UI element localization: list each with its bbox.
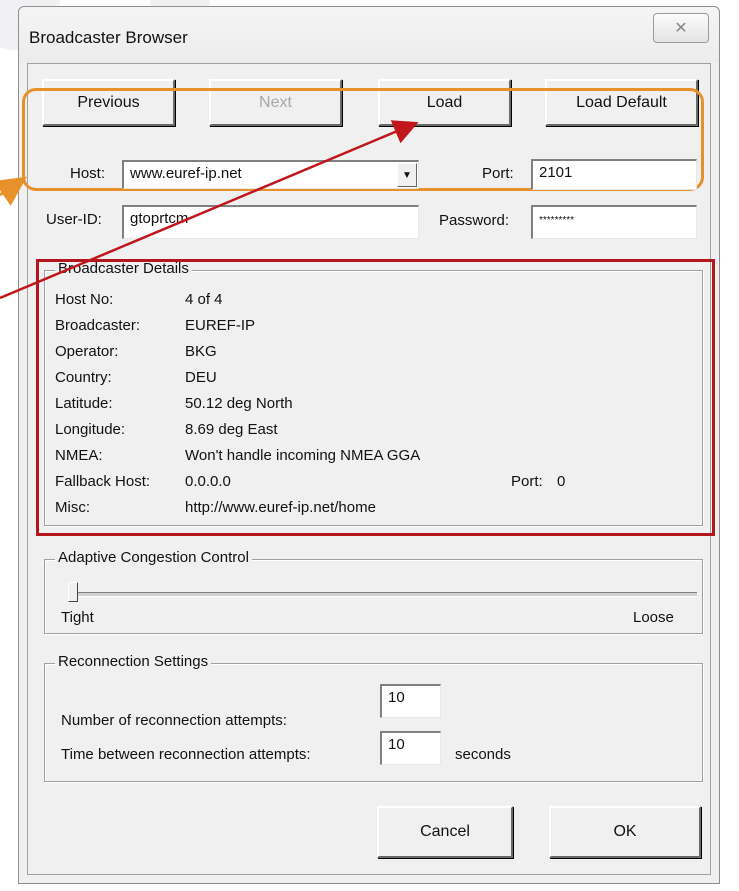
close-button[interactable]: ✕ <box>653 13 709 43</box>
cancel-button[interactable]: Cancel <box>377 806 513 858</box>
port-label: Port: <box>482 165 514 182</box>
reconnection-settings-group: Reconnection Settings Number of reconnec… <box>44 653 703 782</box>
host-combobox[interactable]: www.euref-ip.net ▼ <box>122 160 419 189</box>
title-bar: Broadcaster Browser ✕ <box>19 7 719 63</box>
details-highlight <box>36 259 715 536</box>
password-input[interactable]: ********* <box>531 205 697 239</box>
chevron-down-icon[interactable]: ▼ <box>397 163 417 187</box>
congestion-control-group: Adaptive Congestion Control Tight Loose <box>44 549 703 634</box>
reconnection-settings-title: Reconnection Settings <box>55 653 212 670</box>
interval-unit: seconds <box>455 746 511 763</box>
congestion-slider-thumb[interactable] <box>68 582 78 602</box>
congestion-slider-track[interactable] <box>71 592 697 597</box>
password-label: Password: <box>439 212 510 229</box>
slider-min-label: Tight <box>61 609 94 626</box>
interval-input[interactable]: 10 <box>380 731 441 765</box>
attempts-label: Number of reconnection attempts: <box>61 712 287 729</box>
window-title: Broadcaster Browser <box>29 28 188 47</box>
slider-max-label: Loose <box>633 609 674 626</box>
congestion-control-title: Adaptive Congestion Control <box>55 549 252 566</box>
userid-input[interactable]: gtoprtcm <box>122 205 419 239</box>
host-label: Host: <box>70 165 106 182</box>
interval-label: Time between reconnection attempts: <box>61 746 311 763</box>
userid-label: User-ID: <box>46 211 102 228</box>
close-icon: ✕ <box>674 20 688 37</box>
port-input[interactable]: 2101 <box>531 159 697 190</box>
attempts-input[interactable]: 10 <box>380 684 441 718</box>
host-value: www.euref-ip.net <box>130 165 242 182</box>
ok-button[interactable]: OK <box>549 806 701 858</box>
